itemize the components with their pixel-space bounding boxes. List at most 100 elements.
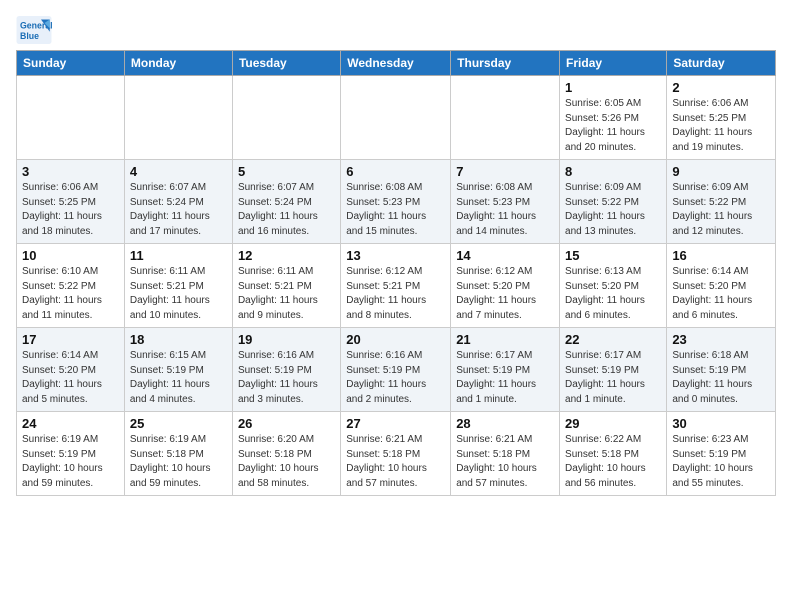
week-row-3: 10 Sunrise: 6:10 AM Sunset: 5:22 PM Dayli… — [17, 244, 776, 328]
day-info: Sunrise: 6:19 AM Sunset: 5:19 PM Dayligh… — [22, 433, 119, 491]
header-cell-tuesday: Tuesday — [232, 51, 340, 76]
day-cell: 25 Sunrise: 6:19 AM Sunset: 5:18 PM Dayli… — [124, 412, 232, 496]
day-info: Sunrise: 6:17 AM Sunset: 5:19 PM Dayligh… — [565, 349, 661, 407]
day-number: 15 — [565, 248, 661, 263]
week-row-4: 17 Sunrise: 6:14 AM Sunset: 5:20 PM Dayli… — [17, 328, 776, 412]
day-cell: 21Sunrise: 6:17 AM Sunset: 5:19 PM Dayli… — [451, 328, 560, 412]
day-info: Sunrise: 6:20 AM Sunset: 5:18 PM Dayligh… — [238, 433, 335, 491]
day-info: Sunrise: 6:22 AM Sunset: 5:18 PM Dayligh… — [565, 433, 661, 491]
day-number: 23 — [672, 332, 770, 347]
day-number: 9 — [672, 164, 770, 179]
day-cell: 3 Sunrise: 6:06 AM Sunset: 5:25 PM Daylig… — [17, 160, 125, 244]
day-cell: 30 Sunrise: 6:23 AM Sunset: 5:19 PM Dayli… — [667, 412, 776, 496]
day-cell: 24Sunrise: 6:19 AM Sunset: 5:19 PM Dayli… — [17, 412, 125, 496]
day-cell: 28 Sunrise: 6:21 AM Sunset: 5:18 PM Dayli… — [451, 412, 560, 496]
day-info: Sunrise: 6:12 AM Sunset: 5:20 PM Dayligh… — [456, 265, 554, 323]
day-info: Sunrise: 6:06 AM Sunset: 5:25 PM Dayligh… — [22, 181, 119, 239]
header-cell-friday: Friday — [560, 51, 667, 76]
day-number: 27 — [346, 416, 445, 431]
day-number: 17 — [22, 332, 119, 347]
day-cell: 20Sunrise: 6:16 AM Sunset: 5:19 PM Dayli… — [341, 328, 451, 412]
day-cell: 8 Sunrise: 6:09 AM Sunset: 5:22 PM Daylig… — [560, 160, 667, 244]
day-number: 5 — [238, 164, 335, 179]
day-number: 26 — [238, 416, 335, 431]
day-number: 18 — [130, 332, 227, 347]
day-cell — [124, 76, 232, 160]
day-number: 10 — [22, 248, 119, 263]
day-number: 21 — [456, 332, 554, 347]
calendar-table: SundayMondayTuesdayWednesdayThursdayFrid… — [16, 50, 776, 496]
day-info: Sunrise: 6:15 AM Sunset: 5:19 PM Dayligh… — [130, 349, 227, 407]
day-number: 28 — [456, 416, 554, 431]
day-cell: 13 Sunrise: 6:12 AM Sunset: 5:21 PM Dayli… — [341, 244, 451, 328]
day-info: Sunrise: 6:05 AM Sunset: 5:26 PM Dayligh… — [565, 97, 661, 155]
day-number: 3 — [22, 164, 119, 179]
day-info: Sunrise: 6:09 AM Sunset: 5:22 PM Dayligh… — [672, 181, 770, 239]
day-cell: 5 Sunrise: 6:07 AM Sunset: 5:24 PM Daylig… — [232, 160, 340, 244]
day-cell — [341, 76, 451, 160]
day-cell: 19Sunrise: 6:16 AM Sunset: 5:19 PM Dayli… — [232, 328, 340, 412]
day-number: 14 — [456, 248, 554, 263]
day-number: 29 — [565, 416, 661, 431]
day-number: 30 — [672, 416, 770, 431]
calendar-body: 1Sunrise: 6:05 AM Sunset: 5:26 PM Daylig… — [17, 76, 776, 496]
day-cell: 7 Sunrise: 6:08 AM Sunset: 5:23 PM Daylig… — [451, 160, 560, 244]
day-cell: 26 Sunrise: 6:20 AM Sunset: 5:18 PM Dayli… — [232, 412, 340, 496]
day-info: Sunrise: 6:23 AM Sunset: 5:19 PM Dayligh… — [672, 433, 770, 491]
day-info: Sunrise: 6:11 AM Sunset: 5:21 PM Dayligh… — [130, 265, 227, 323]
day-number: 2 — [672, 80, 770, 95]
header-cell-sunday: Sunday — [17, 51, 125, 76]
day-number: 7 — [456, 164, 554, 179]
day-cell: 1Sunrise: 6:05 AM Sunset: 5:26 PM Daylig… — [560, 76, 667, 160]
page-header: General Blue — [16, 16, 776, 44]
day-info: Sunrise: 6:08 AM Sunset: 5:23 PM Dayligh… — [346, 181, 445, 239]
day-info: Sunrise: 6:13 AM Sunset: 5:20 PM Dayligh… — [565, 265, 661, 323]
day-number: 6 — [346, 164, 445, 179]
week-row-1: 1Sunrise: 6:05 AM Sunset: 5:26 PM Daylig… — [17, 76, 776, 160]
day-info: Sunrise: 6:21 AM Sunset: 5:18 PM Dayligh… — [456, 433, 554, 491]
day-number: 25 — [130, 416, 227, 431]
header-cell-wednesday: Wednesday — [341, 51, 451, 76]
day-number: 12 — [238, 248, 335, 263]
day-info: Sunrise: 6:06 AM Sunset: 5:25 PM Dayligh… — [672, 97, 770, 155]
day-cell: 27 Sunrise: 6:21 AM Sunset: 5:18 PM Dayli… — [341, 412, 451, 496]
day-number: 22 — [565, 332, 661, 347]
day-number: 11 — [130, 248, 227, 263]
day-cell: 29 Sunrise: 6:22 AM Sunset: 5:18 PM Dayli… — [560, 412, 667, 496]
week-row-5: 24Sunrise: 6:19 AM Sunset: 5:19 PM Dayli… — [17, 412, 776, 496]
day-number: 4 — [130, 164, 227, 179]
day-cell: 2 Sunrise: 6:06 AM Sunset: 5:25 PM Daylig… — [667, 76, 776, 160]
header-cell-saturday: Saturday — [667, 51, 776, 76]
day-info: Sunrise: 6:08 AM Sunset: 5:23 PM Dayligh… — [456, 181, 554, 239]
day-info: Sunrise: 6:21 AM Sunset: 5:18 PM Dayligh… — [346, 433, 445, 491]
day-number: 13 — [346, 248, 445, 263]
day-info: Sunrise: 6:16 AM Sunset: 5:19 PM Dayligh… — [346, 349, 445, 407]
day-number: 16 — [672, 248, 770, 263]
logo: General Blue — [16, 16, 58, 44]
day-info: Sunrise: 6:07 AM Sunset: 5:24 PM Dayligh… — [238, 181, 335, 239]
logo-icon: General Blue — [16, 16, 52, 44]
week-row-2: 3 Sunrise: 6:06 AM Sunset: 5:25 PM Daylig… — [17, 160, 776, 244]
day-cell: 22 Sunrise: 6:17 AM Sunset: 5:19 PM Dayli… — [560, 328, 667, 412]
calendar-header: SundayMondayTuesdayWednesdayThursdayFrid… — [17, 51, 776, 76]
day-info: Sunrise: 6:11 AM Sunset: 5:21 PM Dayligh… — [238, 265, 335, 323]
day-info: Sunrise: 6:07 AM Sunset: 5:24 PM Dayligh… — [130, 181, 227, 239]
day-cell: 10 Sunrise: 6:10 AM Sunset: 5:22 PM Dayli… — [17, 244, 125, 328]
day-cell: 15 Sunrise: 6:13 AM Sunset: 5:20 PM Dayli… — [560, 244, 667, 328]
day-info: Sunrise: 6:09 AM Sunset: 5:22 PM Dayligh… — [565, 181, 661, 239]
day-info: Sunrise: 6:10 AM Sunset: 5:22 PM Dayligh… — [22, 265, 119, 323]
day-cell: 16Sunrise: 6:14 AM Sunset: 5:20 PM Dayli… — [667, 244, 776, 328]
day-number: 19 — [238, 332, 335, 347]
header-cell-thursday: Thursday — [451, 51, 560, 76]
day-cell: 23Sunrise: 6:18 AM Sunset: 5:19 PM Dayli… — [667, 328, 776, 412]
day-cell: 4 Sunrise: 6:07 AM Sunset: 5:24 PM Daylig… — [124, 160, 232, 244]
day-info: Sunrise: 6:12 AM Sunset: 5:21 PM Dayligh… — [346, 265, 445, 323]
day-cell: 18 Sunrise: 6:15 AM Sunset: 5:19 PM Dayli… — [124, 328, 232, 412]
day-number: 8 — [565, 164, 661, 179]
day-cell — [232, 76, 340, 160]
day-cell: 14 Sunrise: 6:12 AM Sunset: 5:20 PM Dayli… — [451, 244, 560, 328]
day-info: Sunrise: 6:19 AM Sunset: 5:18 PM Dayligh… — [130, 433, 227, 491]
day-cell: 12 Sunrise: 6:11 AM Sunset: 5:21 PM Dayli… — [232, 244, 340, 328]
header-cell-monday: Monday — [124, 51, 232, 76]
day-info: Sunrise: 6:14 AM Sunset: 5:20 PM Dayligh… — [22, 349, 119, 407]
